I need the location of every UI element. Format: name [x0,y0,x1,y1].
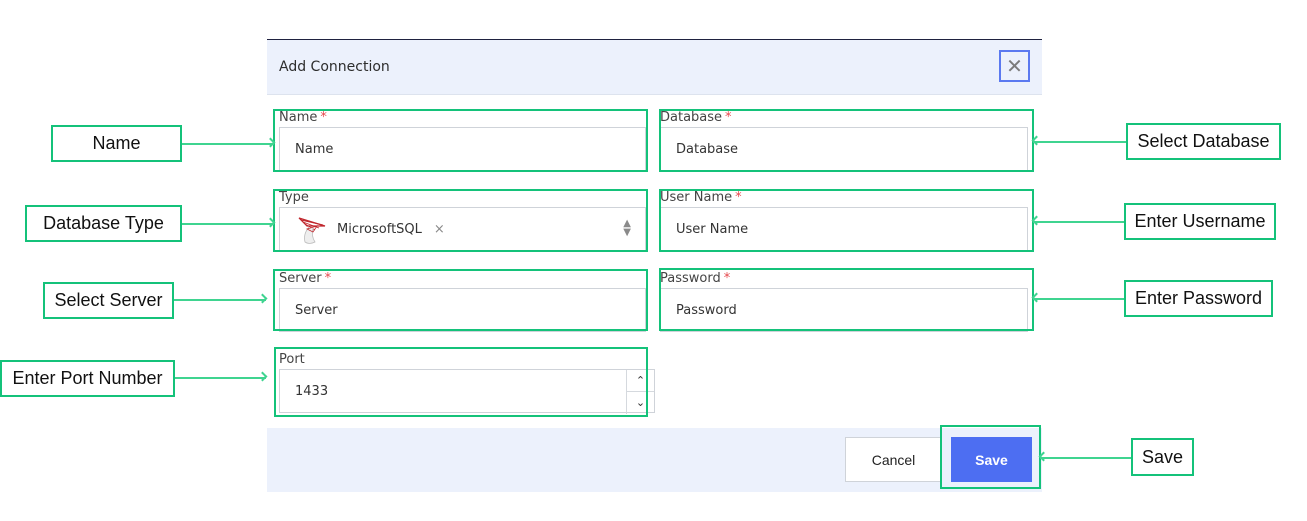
name-label: Name [279,110,318,125]
arrow-password [1033,298,1125,300]
dialog-header: Add Connection ✕ [267,40,1042,95]
cancel-button[interactable]: Cancel [845,437,942,482]
callout-port: Enter Port Number [0,360,175,397]
close-icon: ✕ [1006,55,1023,78]
arrow-name [182,143,274,145]
username-field: User Name * [660,190,1028,252]
clear-selection-icon[interactable]: × [434,222,445,237]
callout-name: Name [51,125,182,162]
database-input[interactable] [660,127,1028,171]
mssql-logo-icon [298,217,326,244]
password-input[interactable] [660,288,1028,332]
password-label: Password [660,271,721,286]
required-asterisk: * [725,110,732,125]
arrow-select-server [174,299,266,301]
port-field: Port 1433 ⌃ ⌄ [279,352,655,414]
arrow-select-database [1033,141,1127,143]
required-asterisk: * [723,271,731,286]
close-button[interactable]: ✕ [999,50,1030,82]
server-input[interactable] [279,288,646,332]
callout-select-database: Select Database [1126,123,1281,160]
arrow-save [1040,457,1132,459]
chevron-updown-icon[interactable]: ▲ ▼ [623,219,631,238]
required-asterisk: * [320,110,327,125]
arrow-username [1033,221,1125,223]
port-input[interactable]: 1433 [295,384,328,399]
callout-username: Enter Username [1124,203,1276,240]
callout-password: Enter Password [1124,280,1273,317]
database-label: Database [660,110,723,125]
save-button[interactable]: Save [951,437,1032,482]
chevron-down-icon: ⌄ [635,396,646,409]
add-connection-dialog: Add Connection ✕ Name* Database* Type Mi… [267,39,1042,492]
username-label: User Name [660,190,733,205]
port-label: Port [279,352,305,367]
callout-save: Save [1131,438,1194,476]
arrow-database-type [182,223,274,225]
required-asterisk: * [324,271,332,286]
chevron-up-icon: ⌃ [635,374,646,387]
name-field: Name * [279,110,646,172]
server-label: Server [279,271,322,286]
password-field: Password * [660,271,1028,333]
arrow-port [175,377,266,379]
type-select[interactable]: MicrosoftSQL × ▲ ▼ [279,207,646,251]
dialog-footer: Cancel Save [267,428,1042,492]
server-field: Server * [279,271,646,333]
increment-button[interactable]: ⌃ [627,370,654,392]
database-field: Database * [660,110,1028,172]
required-asterisk: * [735,190,742,205]
callout-database-type: Database Type [25,205,182,242]
port-stepper: 1433 ⌃ ⌄ [279,369,655,414]
username-input[interactable] [660,207,1028,251]
type-label: Type [279,190,309,205]
callout-select-server: Select Server [43,282,174,319]
selected-type: MicrosoftSQL [337,221,422,237]
name-input[interactable] [279,127,646,171]
type-field: Type MicrosoftSQL × ▲ ▼ [279,190,646,252]
dialog-title: Add Connection [279,59,390,75]
decrement-button[interactable]: ⌄ [627,392,654,413]
